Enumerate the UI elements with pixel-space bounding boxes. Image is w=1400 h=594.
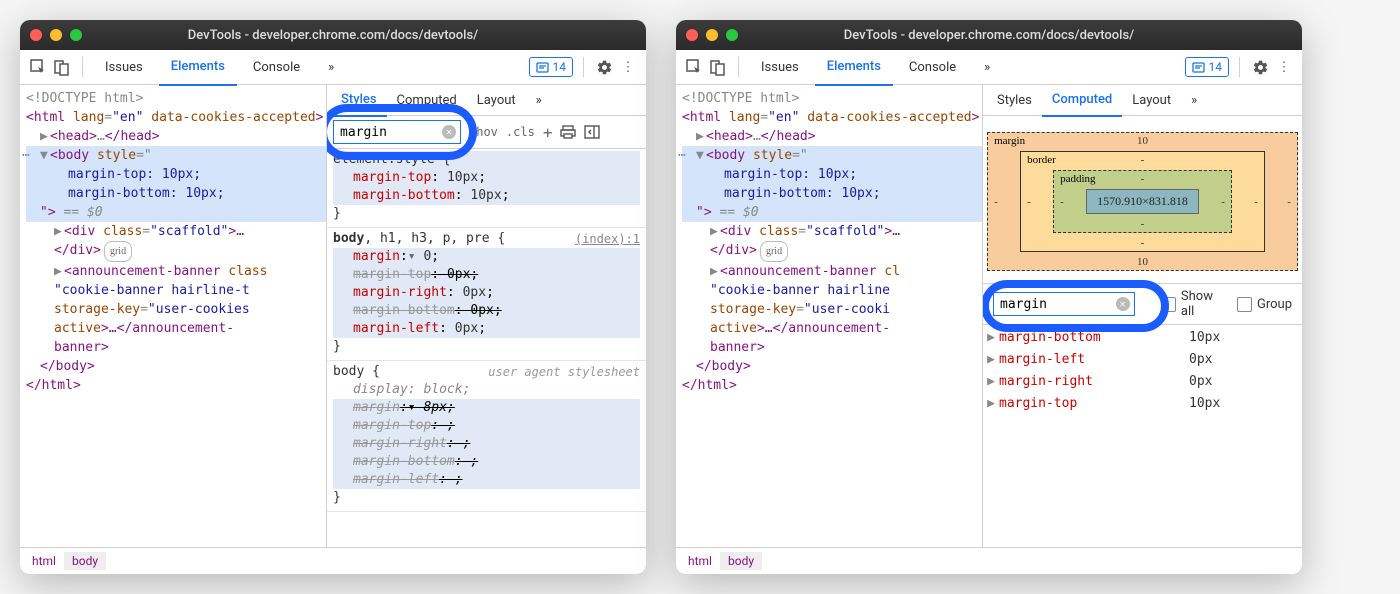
- clear-icon[interactable]: ✕: [1116, 297, 1130, 311]
- filter-input[interactable]: [338, 124, 442, 141]
- tab-console[interactable]: Console: [241, 50, 312, 84]
- dom-tree[interactable]: <!DOCTYPE html> <html lang="en" data-coo…: [20, 85, 327, 547]
- computed-filter-bar: ✕ Show all Group: [983, 284, 1302, 325]
- grid-badge[interactable]: grid: [104, 241, 132, 262]
- plus-icon[interactable]: +: [543, 123, 553, 142]
- tab-issues[interactable]: Issues: [93, 50, 155, 84]
- inspect-icon[interactable]: [28, 57, 48, 77]
- tab-console[interactable]: Console: [897, 50, 968, 84]
- clear-icon[interactable]: ✕: [442, 125, 456, 139]
- more-subtabs-icon[interactable]: »: [526, 85, 552, 115]
- doctype: <!DOCTYPE html>: [26, 89, 326, 108]
- subtab-layout[interactable]: Layout: [1122, 85, 1181, 115]
- box-model[interactable]: margin 1010-- border ---- padding ---- 1…: [983, 116, 1302, 284]
- rule-element-style[interactable]: element.style { margin-top: 10px; margin…: [327, 149, 646, 228]
- styles-rules: element.style { margin-top: 10px; margin…: [327, 149, 646, 547]
- crumb-body[interactable]: body: [64, 552, 106, 570]
- close-icon[interactable]: [686, 29, 698, 41]
- cls-toggle[interactable]: .cls: [506, 125, 535, 139]
- subtab-layout[interactable]: Layout: [467, 85, 526, 115]
- panel-toggle-icon[interactable]: [584, 125, 600, 139]
- issues-badge[interactable]: 14: [1185, 57, 1230, 77]
- gear-icon[interactable]: [1250, 57, 1270, 77]
- crumb-html[interactable]: html: [680, 552, 720, 570]
- devtools-window-computed: DevTools - developer.chrome.com/docs/dev…: [676, 20, 1302, 574]
- box-model-content: 1570.910×831.818: [1086, 189, 1199, 214]
- show-all-checkbox[interactable]: Show all: [1163, 289, 1223, 319]
- minimize-icon[interactable]: [706, 29, 718, 41]
- window-title: DevTools - developer.chrome.com/docs/dev…: [676, 28, 1302, 43]
- print-icon[interactable]: [560, 125, 576, 139]
- issues-count: 14: [553, 60, 567, 74]
- dom-tree[interactable]: <!DOCTYPE html> <html lang="en" data-coo…: [676, 85, 983, 547]
- rule-body-multi[interactable]: body, h1, h3, p, pre {(index):1 margin:▾…: [327, 228, 646, 361]
- gear-icon[interactable]: [594, 57, 614, 77]
- crumb-body[interactable]: body: [720, 552, 762, 570]
- computed-row[interactable]: ▶margin-left0px: [983, 349, 1302, 371]
- titlebar: DevTools - developer.chrome.com/docs/dev…: [676, 20, 1302, 50]
- computed-filter[interactable]: ✕: [993, 292, 1135, 316]
- main-toolbar: Issues Elements Console » 14 ⋮: [676, 50, 1302, 85]
- inspect-icon[interactable]: [684, 57, 704, 77]
- window-title: DevTools - developer.chrome.com/docs/dev…: [20, 28, 646, 43]
- subtab-computed[interactable]: Computed: [387, 85, 467, 115]
- computed-row[interactable]: ▶margin-bottom10px: [983, 327, 1302, 349]
- side-tabs: Styles Computed Layout »: [327, 85, 646, 116]
- devtools-window-styles: DevTools - developer.chrome.com/docs/dev…: [20, 20, 646, 574]
- more-tabs-icon[interactable]: »: [972, 50, 1002, 84]
- computed-row[interactable]: ▶margin-top10px: [983, 393, 1302, 415]
- kebab-icon[interactable]: ⋮: [618, 57, 638, 77]
- zoom-icon[interactable]: [70, 29, 82, 41]
- hov-toggle[interactable]: :hov: [469, 125, 498, 139]
- window-controls: [30, 29, 82, 41]
- kebab-icon[interactable]: ⋮: [1274, 57, 1294, 77]
- subtab-styles[interactable]: Styles: [331, 85, 387, 117]
- breadcrumb: html body: [20, 547, 646, 574]
- rule-ua[interactable]: body {user agent stylesheet display: blo…: [327, 361, 646, 512]
- close-icon[interactable]: [30, 29, 42, 41]
- computed-list: ▶margin-bottom10px ▶margin-left0px ▶marg…: [983, 325, 1302, 417]
- main-toolbar: Issues Elements Console » 14 ⋮: [20, 50, 646, 85]
- minimize-icon[interactable]: [50, 29, 62, 41]
- subtab-computed[interactable]: Computed: [1042, 85, 1122, 117]
- more-subtabs-icon[interactable]: »: [1181, 85, 1207, 115]
- group-checkbox[interactable]: Group: [1237, 297, 1292, 312]
- device-icon[interactable]: [52, 57, 72, 77]
- more-tabs-icon[interactable]: »: [316, 50, 346, 84]
- tab-issues[interactable]: Issues: [749, 50, 811, 84]
- crumb-html[interactable]: html: [24, 552, 64, 570]
- tab-elements[interactable]: Elements: [159, 50, 237, 86]
- titlebar: DevTools - developer.chrome.com/docs/dev…: [20, 20, 646, 50]
- issues-badge[interactable]: 14: [529, 57, 574, 77]
- device-icon[interactable]: [708, 57, 728, 77]
- computed-row[interactable]: ▶margin-right0px: [983, 371, 1302, 393]
- zoom-icon[interactable]: [726, 29, 738, 41]
- selected-node[interactable]: ⋯ ▼<body style=" margin-top: 10px; margi…: [26, 146, 326, 222]
- styles-filter[interactable]: ✕: [333, 120, 461, 144]
- styles-filter-bar: ✕ :hov .cls +: [327, 116, 646, 149]
- tab-elements[interactable]: Elements: [815, 50, 893, 86]
- filter-input[interactable]: [998, 296, 1116, 313]
- subtab-styles[interactable]: Styles: [987, 85, 1042, 115]
